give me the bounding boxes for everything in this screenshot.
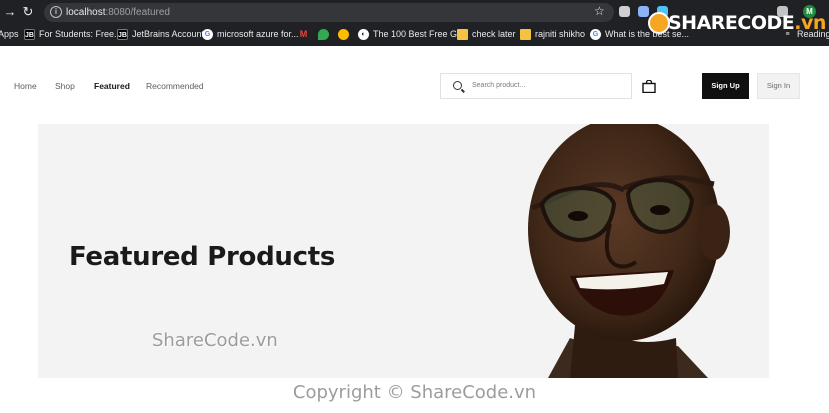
sign-up-button[interactable]: Sign Up [702,73,749,99]
reload-icon[interactable]: ↻ [20,4,36,20]
bookmark-students[interactable]: JB For Students: Free... [24,28,122,41]
bookmark-star-icon[interactable]: ☆ [594,4,605,18]
bookmark-jetbrains[interactable]: JB JetBrains Account [117,28,204,41]
nav-home[interactable]: Home [14,81,37,91]
watermark-text: ShareCode.vn [152,330,278,351]
site-info-icon[interactable]: i [50,6,62,18]
url-host: localhost [66,7,106,18]
bookmark-reading-list[interactable]: ≡Reading list [782,28,829,41]
nav-shop[interactable]: Shop [55,81,75,91]
url-text: localhost:8080/featured [66,6,170,19]
nav-recommended[interactable]: Recommended [146,81,204,91]
app-header: Home Shop Featured Recommended Search pr… [0,46,829,124]
bookmark-azure[interactable]: Gmicrosoft azure for... [202,28,299,41]
url-path: :8080/featured [105,7,170,18]
search-input[interactable]: Search product... [472,82,525,89]
bookmark-drive[interactable] [338,28,353,41]
maps-icon [318,29,329,40]
shopping-bag-icon[interactable] [642,80,656,93]
featured-banner: Featured Products [38,124,769,378]
nav-featured[interactable]: Featured [94,81,130,91]
banner-portrait-image [528,124,730,378]
folder-icon [457,29,468,40]
extension-icon[interactable] [619,6,630,17]
page-title: Featured Products [69,242,336,272]
bookmark-check-later[interactable]: check later [457,28,516,41]
reading-list-icon: ≡ [785,31,790,38]
jetbrains-icon: JB [24,29,35,40]
jetbrains-icon: JB [117,29,128,40]
drive-icon [338,29,349,40]
copyright-watermark: Copyright © ShareCode.vn [292,382,537,403]
bookmark-best-search[interactable]: G What is the best se... [590,28,689,41]
search-box[interactable]: Search product... [440,73,632,99]
bookmark-maps[interactable] [318,28,333,41]
bookmark-best-free[interactable]: ◐ The 100 Best Free G... [358,28,465,41]
chrome-icon: ◐ [358,29,369,40]
bookmark-apps[interactable]: Apps [0,28,19,41]
folder-icon [520,29,531,40]
search-icon [453,81,462,90]
bookmark-gmail[interactable]: M [298,28,313,41]
bookmark-rajniti[interactable]: rajniti shikho [520,28,585,41]
sign-in-button[interactable]: Sign In [757,73,800,99]
extension-icon[interactable] [638,6,649,17]
google-icon: G [202,29,213,40]
gmail-icon: M [299,29,308,39]
bookmarks-bar: Apps JB For Students: Free... JB JetBrains… [0,24,829,44]
address-bar[interactable]: i localhost:8080/featured [44,3,614,22]
google-icon: G [590,29,601,40]
forward-icon[interactable]: → [2,4,18,20]
browser-chrome: → ↻ i localhost:8080/featured ☆ M SHAREC… [0,0,829,46]
